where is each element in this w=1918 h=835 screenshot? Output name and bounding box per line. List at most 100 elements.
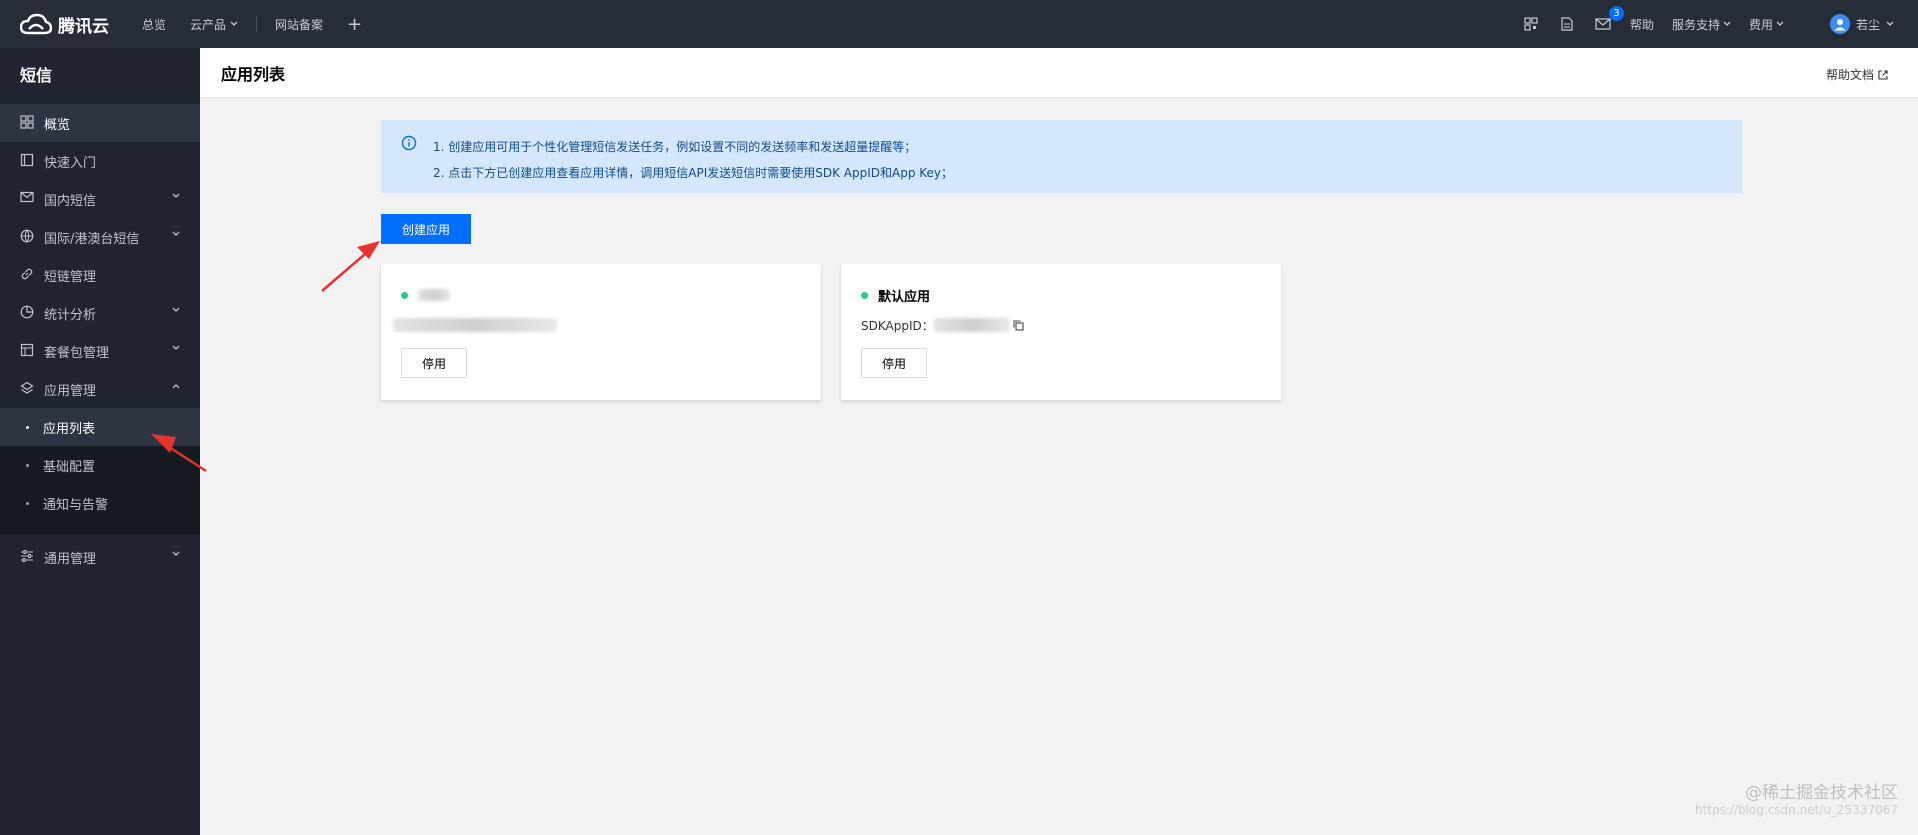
sidebar-subitem-app-list[interactable]: 应用列表 <box>0 408 200 446</box>
watermark-text: @稀土掘金技术社区 <box>1745 783 1898 803</box>
sidebar-item-label: 套餐包管理 <box>44 345 110 361</box>
cloud-logo-icon <box>20 13 52 35</box>
chevron-down-icon <box>172 345 180 350</box>
sidebar-title: 短信 <box>20 66 53 85</box>
nav-icp[interactable]: 网站备案 <box>263 0 335 48</box>
nav-divider <box>256 16 258 32</box>
sidebar-item-packages[interactable]: 套餐包管理 <box>0 332 200 370</box>
sidebar-subitem-alerts[interactable]: 通知与告警 <box>0 484 200 522</box>
chevron-down-icon <box>172 307 180 312</box>
app-id-row <box>393 316 801 334</box>
sidebar-item-app-management[interactable]: 应用管理 <box>0 370 200 408</box>
sidebar-item-label: 快速入门 <box>44 155 97 171</box>
brand-logo[interactable]: 腾讯云 <box>0 12 130 37</box>
app-id-row: SDKAppID： <box>861 316 1261 334</box>
qrcode-icon[interactable] <box>1522 15 1540 33</box>
sidebar-item-label: 统计分析 <box>44 307 97 323</box>
service-menu[interactable]: 服务支持 <box>1672 16 1731 33</box>
app-name-row <box>401 286 801 304</box>
watermark: @稀土掘金技术社区 https://blog.csdn.net/u_253370… <box>1695 778 1898 817</box>
sidebar-subitem-label: 通知与告警 <box>43 497 109 513</box>
add-shortcut-button[interactable]: + <box>335 14 374 35</box>
layers-icon <box>20 381 36 397</box>
sidebar-item-label: 通用管理 <box>44 551 97 567</box>
nav-products[interactable]: 云产品 <box>178 0 250 48</box>
sliders-icon <box>20 549 36 565</box>
chevron-down-icon <box>172 551 180 556</box>
sidebar-subitem-label: 应用列表 <box>43 421 96 437</box>
mail-badge: 3 <box>1608 6 1624 21</box>
sidebar-item-label: 概览 <box>44 117 71 133</box>
top-bar: 腾讯云 总览 云产品 网站备案 + 3 帮助 服务支持 费用 若尘 <box>0 0 1918 48</box>
chevron-down-icon <box>230 21 238 26</box>
brand-name: 腾讯云 <box>58 16 109 37</box>
grid-icon <box>20 115 36 131</box>
nav-products-label: 云产品 <box>190 17 227 32</box>
sidebar-item-domestic-sms[interactable]: 国内短信 <box>0 180 200 218</box>
sidebar-item-shortlink[interactable]: 短链管理 <box>0 256 200 294</box>
create-app-button[interactable]: 创建应用 <box>381 214 471 244</box>
page-title: 应用列表 <box>221 64 286 84</box>
help-doc-link[interactable]: 帮助文档 <box>1826 66 1888 83</box>
status-dot-icon <box>401 291 408 299</box>
sidebar-item-statistics[interactable]: 统计分析 <box>0 294 200 332</box>
nav-overview-label: 总览 <box>142 17 167 32</box>
external-link-icon <box>1878 69 1888 80</box>
chevron-down-icon <box>172 231 180 236</box>
globe-icon <box>20 229 36 245</box>
app-management-submenu: 应用列表 基础配置 通知与告警 <box>0 408 200 534</box>
redacted-app-id <box>393 318 557 332</box>
sidebar-item-overview[interactable]: 概览 <box>0 104 200 142</box>
redacted-app-id <box>933 318 1010 332</box>
package-icon <box>20 343 36 359</box>
user-menu[interactable]: 若尘 <box>1829 14 1894 34</box>
chevron-down-icon <box>1723 21 1731 26</box>
disable-app-button[interactable]: 停用 <box>861 348 927 378</box>
top-right-toolbar: 3 帮助 服务支持 费用 若尘 <box>1522 0 1894 48</box>
user-avatar-icon <box>1829 14 1850 34</box>
billing-label: 费用 <box>1748 17 1773 32</box>
copy-icon[interactable] <box>1013 319 1024 331</box>
chevron-up-icon <box>172 384 180 389</box>
arrow-to-create-button <box>321 241 380 292</box>
billing-menu[interactable]: 费用 <box>1749 16 1784 33</box>
chevron-down-icon <box>1776 21 1784 26</box>
sidebar-subitem-label: 基础配置 <box>43 459 96 475</box>
info-line-2: 2. 点击下方已创建应用查看应用详情，调用短信API发送短信时需要使用SDK A… <box>433 166 954 180</box>
mail-icon <box>20 191 36 207</box>
app-name-row: 默认应用 <box>861 286 1261 305</box>
help-link[interactable]: 帮助 <box>1630 16 1654 33</box>
sidebar: 短信 概览 快速入门 国内短信 国际/港澳台短信 短链管理 统计分析 套餐包管理… <box>0 48 200 835</box>
document-icon[interactable] <box>1558 15 1576 33</box>
nav-overview[interactable]: 总览 <box>130 0 178 48</box>
pie-chart-icon <box>20 305 36 321</box>
sidebar-subitem-basic-config[interactable]: 基础配置 <box>0 446 200 484</box>
help-doc-label: 帮助文档 <box>1825 68 1874 82</box>
app-card[interactable]: 停用 <box>381 264 821 400</box>
mail-icon[interactable]: 3 <box>1594 6 1624 33</box>
submenu-spacer <box>0 522 200 534</box>
bullet-icon <box>26 425 29 429</box>
link-icon <box>20 267 36 283</box>
info-notice: 1. 创建应用可用于个性化管理短信发送任务，例如设置不同的发送频率和发送超量提醒… <box>381 120 1742 193</box>
service-label: 服务支持 <box>1671 17 1720 32</box>
sidebar-item-intl-sms[interactable]: 国际/港澳台短信 <box>0 218 200 256</box>
info-line-1: 1. 创建应用可用于个性化管理短信发送任务，例如设置不同的发送频率和发送超量提醒… <box>433 140 917 154</box>
bullet-icon <box>26 501 29 505</box>
app-name: 默认应用 <box>878 289 931 305</box>
status-dot-icon <box>861 291 868 299</box>
info-icon <box>401 135 417 154</box>
sidebar-item-label: 短链管理 <box>44 269 97 285</box>
app-card-default[interactable]: 默认应用 SDKAppID： 停用 <box>841 264 1281 400</box>
sidebar-item-label: 应用管理 <box>44 383 97 399</box>
sidebar-item-label: 国际/港澳台短信 <box>44 231 140 247</box>
redacted-app-name <box>418 289 450 301</box>
user-name: 若尘 <box>1855 17 1880 32</box>
sidebar-item-quickstart[interactable]: 快速入门 <box>0 142 200 180</box>
disable-app-button[interactable]: 停用 <box>401 348 467 378</box>
nav-icp-label: 网站备案 <box>275 17 324 32</box>
page-header: 应用列表 帮助文档 <box>200 48 1918 98</box>
book-icon <box>20 153 36 169</box>
sdk-appid-label: SDKAppID： <box>861 318 934 333</box>
sidebar-item-general[interactable]: 通用管理 <box>0 538 200 576</box>
